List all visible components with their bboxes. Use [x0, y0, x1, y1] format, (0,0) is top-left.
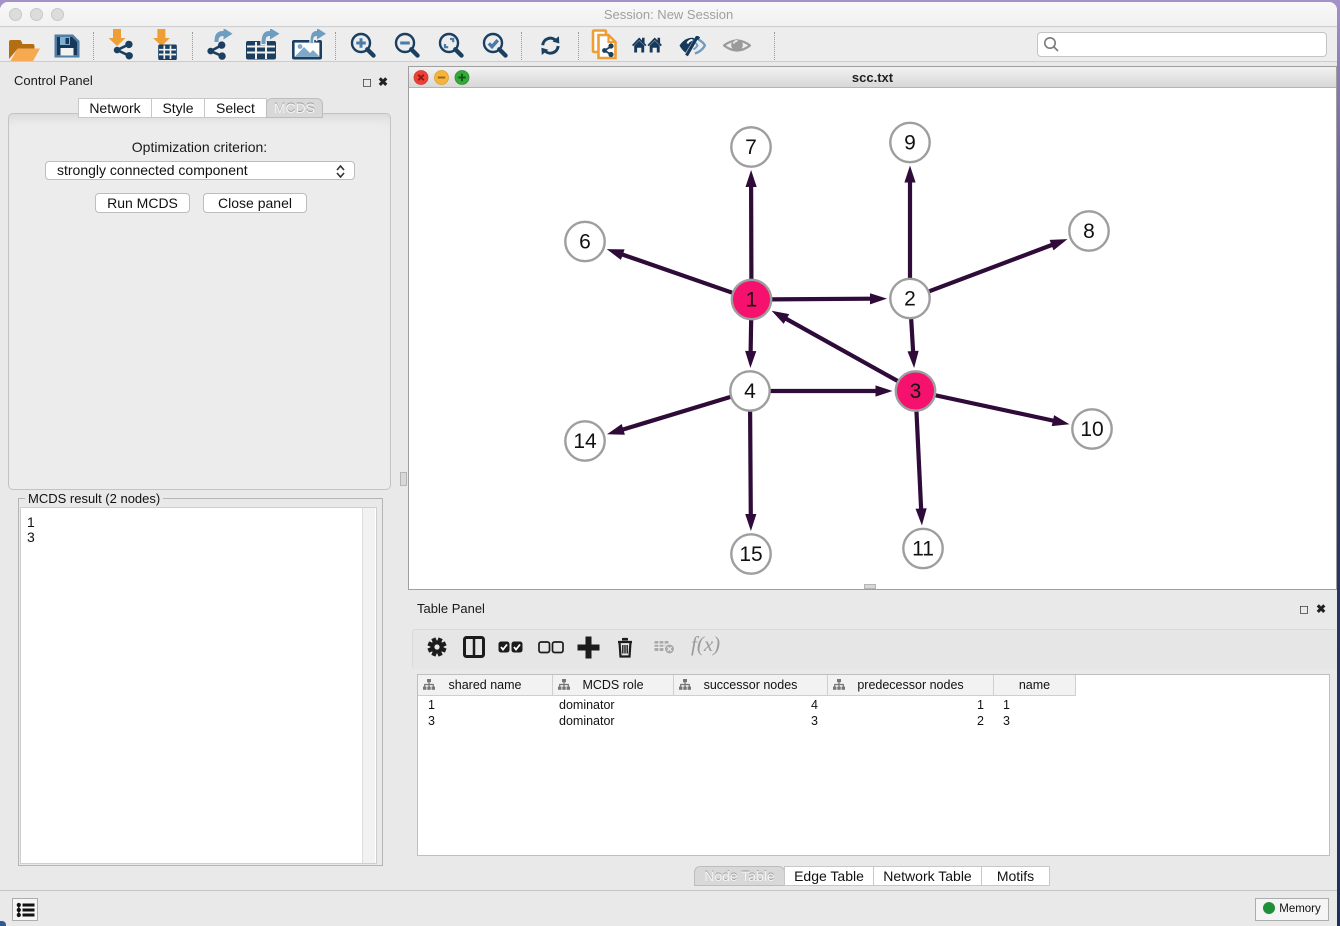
svg-text:8: 8 — [1083, 220, 1095, 243]
svg-text:6: 6 — [579, 231, 591, 254]
svg-text:9: 9 — [904, 132, 916, 155]
svg-text:15: 15 — [739, 543, 762, 566]
svg-text:1: 1 — [746, 289, 758, 312]
svg-text:10: 10 — [1080, 418, 1103, 441]
svg-text:2: 2 — [904, 288, 916, 311]
svg-text:4: 4 — [744, 380, 756, 403]
svg-text:14: 14 — [573, 430, 597, 453]
svg-text:11: 11 — [912, 538, 934, 561]
svg-text:3: 3 — [910, 380, 922, 403]
svg-text:7: 7 — [745, 136, 757, 159]
